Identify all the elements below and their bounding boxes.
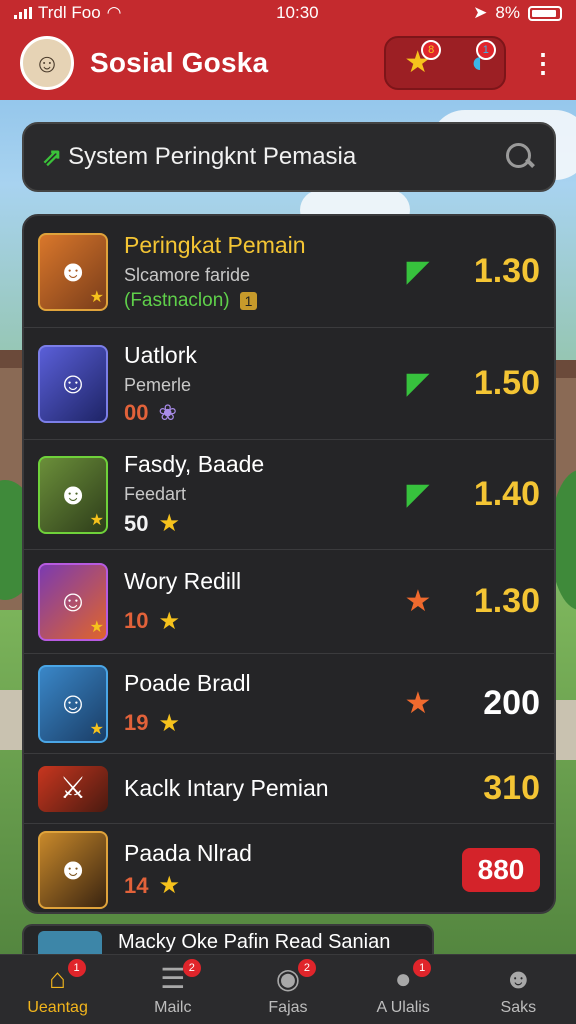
player-subtitle: Feedart — [124, 484, 187, 504]
search-bar[interactable]: ⇗ System Peringknt Pemasia — [22, 122, 556, 192]
list-item[interactable]: ☺ Uatlork Pemerle 00 ❀ ◤ 1.50 — [24, 328, 554, 440]
nav-chat[interactable]: ● 1 A Ulalis — [353, 959, 453, 1017]
location-icon: ➤ — [473, 3, 488, 22]
bird-badge: 1 — [475, 40, 496, 60]
player-score: 310 — [483, 769, 540, 807]
nav-label: Saks — [500, 999, 537, 1016]
nav-label: Ueantag — [27, 999, 88, 1016]
status-bar: Trdl Foo ◠ 10:30 ➤ 8% — [0, 0, 576, 26]
player-name: Paada Nlrad — [124, 840, 252, 866]
nav-badge: 2 — [297, 959, 316, 977]
star-icon: ★ — [158, 709, 180, 737]
player-name: Uatlork — [124, 341, 197, 368]
mail-icon: ☰ — [160, 963, 186, 994]
player-avatar: ☻ — [38, 831, 108, 909]
player-tagline: (Fastnaclon) — [124, 289, 230, 311]
nav-home[interactable]: ⌂ 1 Ueantag — [8, 959, 108, 1017]
player-name: Kaclk Intary Pemian — [124, 775, 329, 801]
list-item[interactable]: ☺ ★ Poade Bradl 19 ★ ★ 200 — [24, 654, 554, 754]
nav-games[interactable]: ◉ 2 Fajas — [238, 959, 338, 1017]
player-score: 1.50 — [473, 364, 540, 402]
player-score: 1.30 — [473, 582, 540, 620]
battery-icon — [527, 5, 562, 21]
carrier-label: Trdl Foo — [38, 3, 101, 22]
player-avatar: ☺ ★ — [38, 664, 108, 743]
rank-star-icon: ★ — [89, 511, 104, 529]
list-item[interactable]: ☺ ★ Wory Redill 10 ★ ★ 1.30 — [24, 550, 554, 654]
player-level: 10 — [124, 608, 149, 633]
player-score: 200 — [483, 684, 540, 722]
bottom-nav: ⌂ 1 Ueantag ☰ 2 Mailc ◉ 2 Fajas ● 1 A Ul… — [0, 954, 576, 1024]
player-name: Macky Oke Pafin Read Sanian — [118, 930, 391, 953]
trend-up-icon: ◤ — [406, 367, 430, 400]
player-avatar: ⚔ — [38, 765, 108, 812]
list-item[interactable]: ☻ ★ Fasdy, Baade Feedart 50 ★ ◤ 1.40 — [24, 440, 554, 550]
person-icon: ☻ — [503, 963, 534, 994]
ranking-list: ☻ ★ Peringkat Pemain Slcamore faride (Fas… — [22, 214, 556, 914]
chat-icon: ● — [394, 963, 412, 994]
notification-bird-icon[interactable]: ◖ 1 — [468, 40, 496, 78]
level-tag: 1 — [239, 291, 258, 310]
trend-star-icon: ★ — [404, 687, 432, 720]
star-icon: ★ — [158, 510, 180, 537]
nav-profile[interactable]: ☻ Saks — [468, 963, 568, 1017]
player-name: Peringkat Pemain — [124, 231, 306, 258]
list-item[interactable]: ☻ ★ Peringkat Pemain Slcamore faride (Fas… — [24, 216, 554, 328]
search-text: System Peringknt Pemasia — [68, 143, 357, 170]
star-icon: ★ — [158, 607, 180, 635]
next-list-item[interactable]: Macky Oke Pafin Read Sanian — [22, 924, 434, 958]
profile-avatar[interactable]: ☺ — [20, 36, 74, 90]
player-level: 14 — [124, 872, 149, 898]
list-item[interactable]: ⚔ Kaclk Intary Pemian 310 — [24, 754, 554, 824]
nav-label: Mailc — [154, 999, 192, 1016]
app-header: ☺ Sosial Goska ★ 8 ◖ 1 ⋮ — [0, 26, 576, 100]
player-avatar: ☺ ★ — [38, 562, 108, 641]
player-name: Fasdy, Baade — [124, 451, 265, 477]
list-item[interactable]: ☻ Paada Nlrad 14 ★ 880 — [24, 824, 554, 912]
nav-badge: 1 — [67, 959, 86, 977]
signal-icon — [14, 7, 32, 19]
player-score-badge: 880 — [462, 848, 540, 892]
star-rewards-icon[interactable]: ★ 8 — [404, 40, 442, 78]
trend-up-icon: ◤ — [406, 478, 430, 511]
nav-mail[interactable]: ☰ 2 Mailc — [123, 959, 223, 1017]
more-menu-icon[interactable]: ⋮ — [530, 48, 556, 79]
gamepad-icon: ◉ — [275, 963, 301, 994]
player-avatar: ☻ ★ — [38, 232, 108, 311]
gem-icon: ❀ — [158, 399, 177, 425]
home-icon: ⌂ — [49, 963, 67, 994]
player-level: 19 — [124, 710, 149, 735]
player-avatar: ☺ — [38, 344, 108, 423]
nav-label: A Ulalis — [376, 999, 430, 1016]
player-name: Wory Redill — [124, 567, 242, 594]
nav-label: Fajas — [268, 999, 308, 1016]
player-subtitle: Pemerle — [124, 374, 192, 395]
trend-up-icon: ◤ — [406, 255, 430, 288]
rank-star-icon: ★ — [89, 720, 104, 738]
player-score: 1.40 — [473, 475, 540, 513]
player-subtitle: Slcamore faride — [124, 264, 251, 285]
star-badge: 8 — [421, 40, 442, 60]
player-name: Poade Bradl — [124, 669, 251, 696]
rank-star-icon: ★ — [89, 618, 104, 636]
rank-star-icon: ★ — [89, 288, 104, 306]
wifi-icon: ◠ — [106, 3, 122, 22]
player-level: 00 — [124, 399, 149, 425]
trending-up-icon: ⇗ — [42, 143, 63, 171]
battery-percent: 8% — [495, 3, 520, 22]
player-score: 1.30 — [473, 252, 540, 290]
player-level: 50 — [124, 510, 149, 536]
clock: 10:30 — [276, 3, 319, 22]
star-icon: ★ — [158, 872, 180, 899]
nav-badge: 2 — [182, 959, 201, 977]
app-title: Sosial Goska — [90, 47, 269, 78]
trend-star-icon: ★ — [404, 585, 432, 618]
search-icon[interactable] — [504, 141, 536, 173]
header-actions: ★ 8 ◖ 1 — [384, 36, 506, 90]
player-avatar: ☻ ★ — [38, 455, 108, 534]
